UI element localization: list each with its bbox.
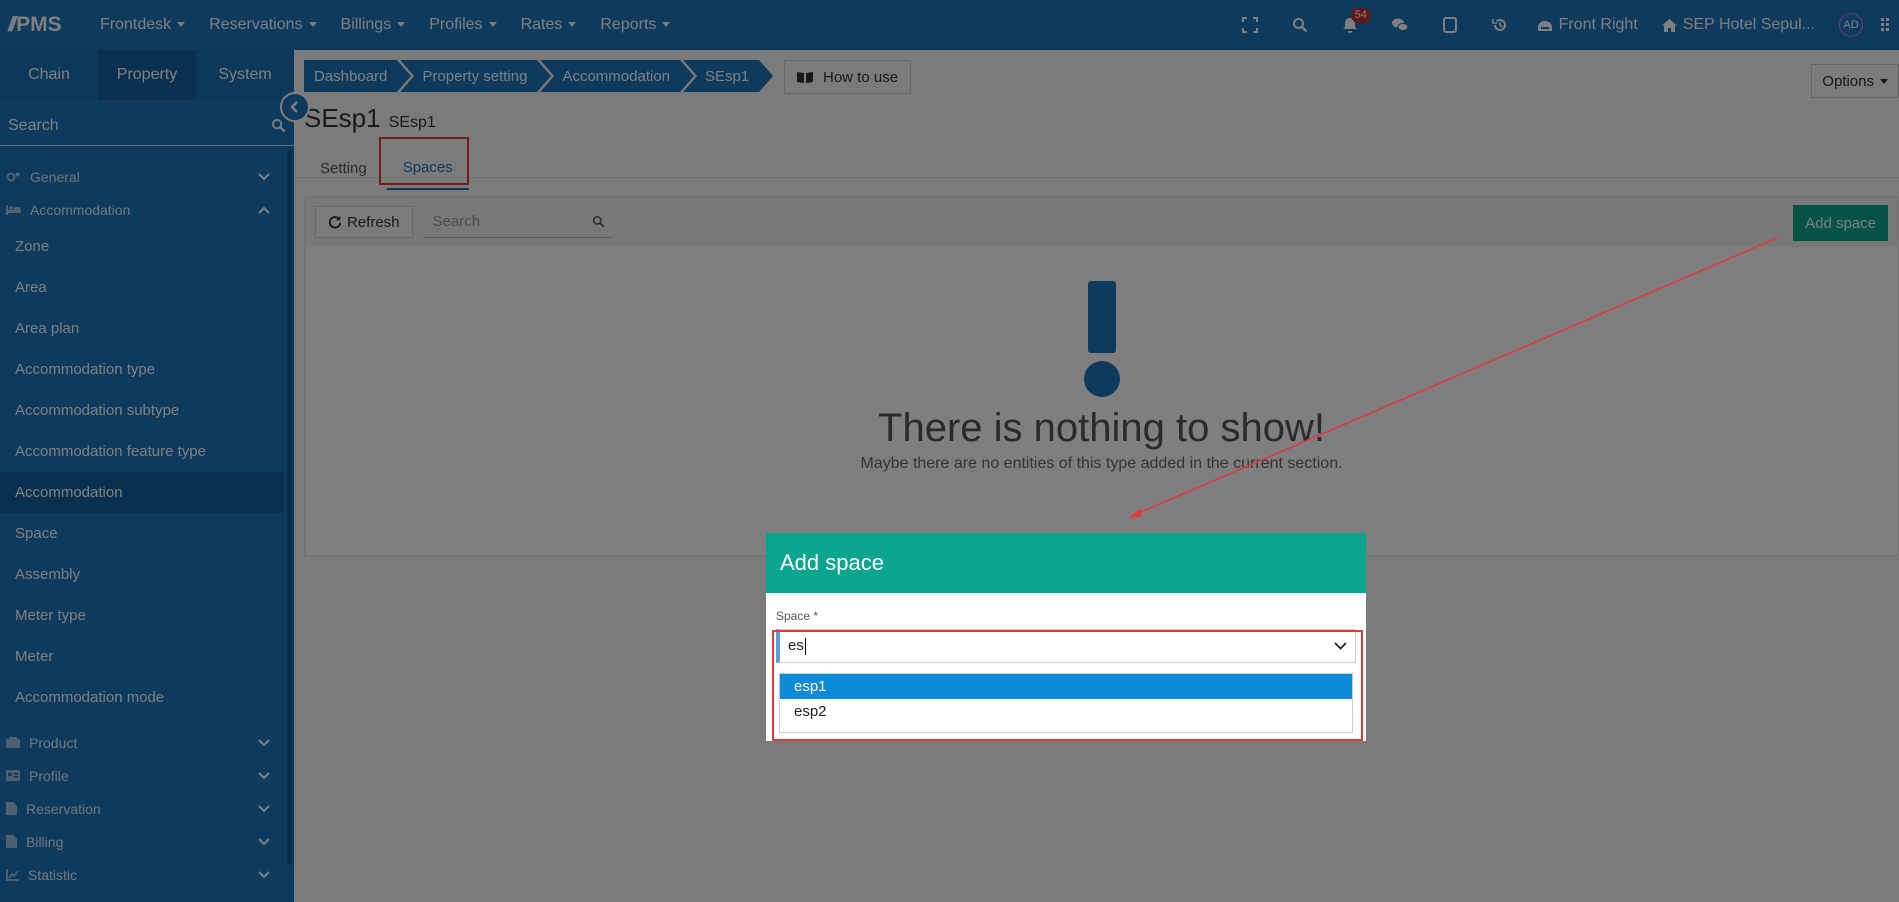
dialog-title: Add space (766, 533, 1366, 593)
highlight-box-select (772, 630, 1363, 741)
annotation-arrow (1128, 237, 1778, 518)
space-field-label: Space * (776, 609, 819, 623)
